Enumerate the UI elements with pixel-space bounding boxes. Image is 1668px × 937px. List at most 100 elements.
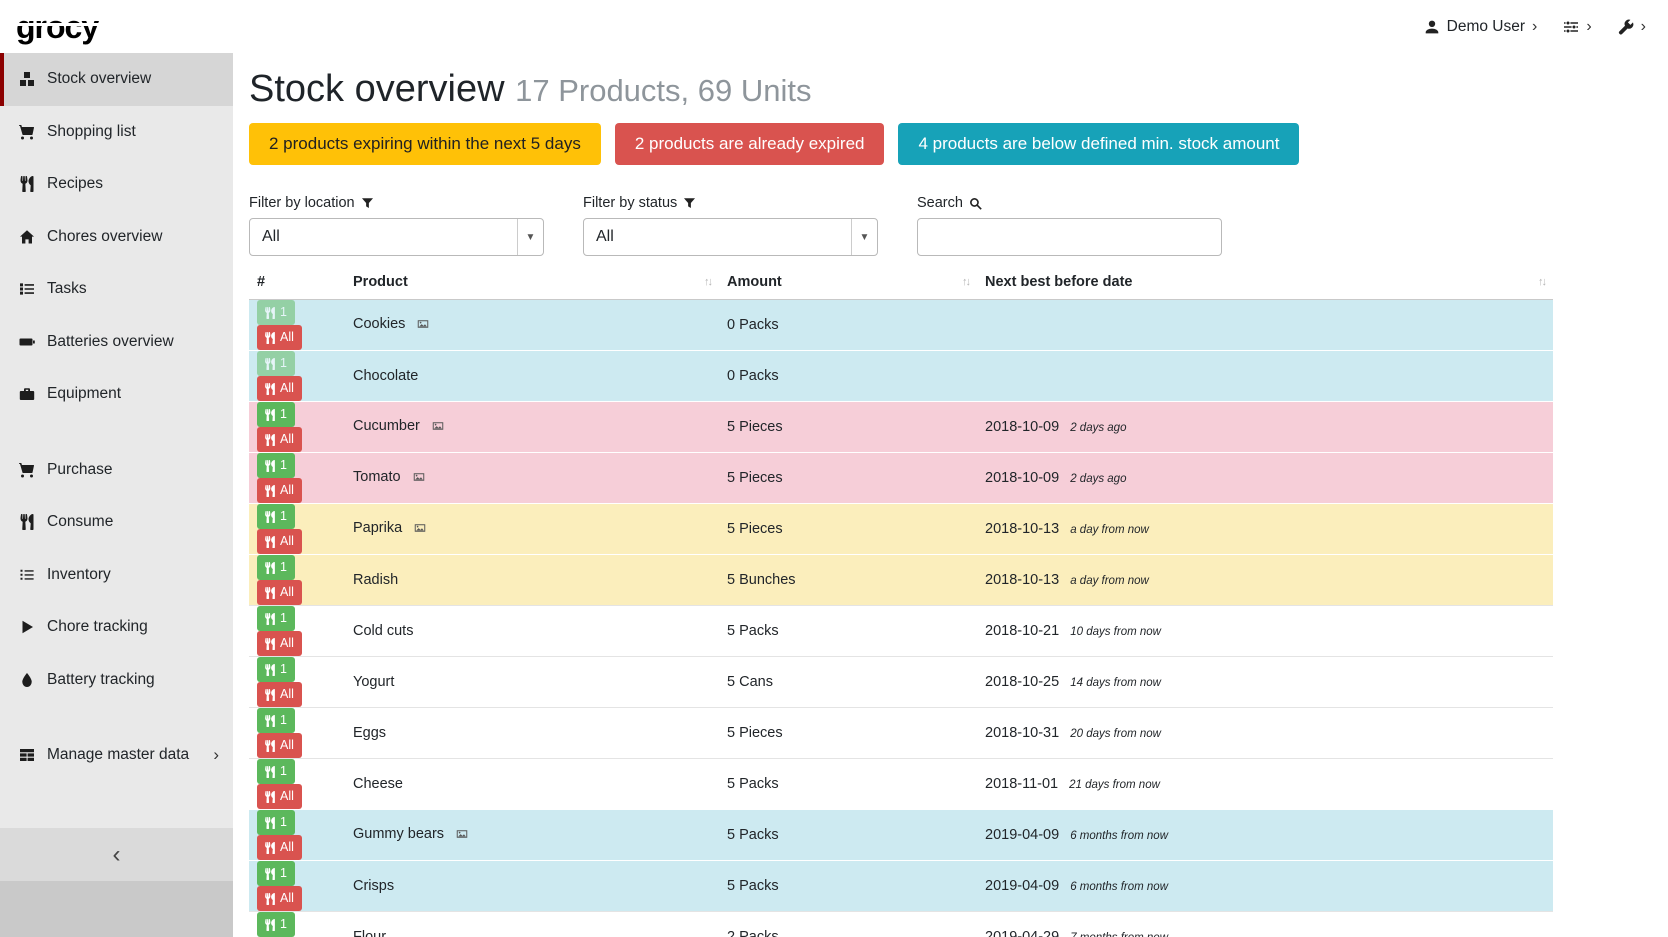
filter-funnel-icon bbox=[361, 197, 374, 210]
sidebar-item-battery-tracking[interactable]: Battery tracking bbox=[0, 654, 233, 707]
settings-menu[interactable]: › bbox=[1563, 19, 1591, 35]
tint-icon bbox=[18, 672, 36, 688]
cart-icon bbox=[18, 462, 36, 478]
sidebar-collapse-button[interactable]: ‹ bbox=[0, 828, 233, 881]
best-before-relative: a day from now bbox=[1070, 524, 1149, 536]
consume-one-button[interactable]: 1 bbox=[257, 402, 295, 427]
product-cell: Cold cuts bbox=[345, 606, 719, 657]
location-filter-select[interactable]: All ▼ bbox=[249, 218, 544, 256]
utensils-icon bbox=[265, 817, 275, 829]
sidebar-item-purchase[interactable]: Purchase bbox=[0, 444, 233, 497]
amount-cell: 0 Packs bbox=[719, 300, 977, 351]
consume-one-button[interactable]: 1 bbox=[257, 606, 295, 631]
consume-all-button[interactable]: All bbox=[257, 631, 302, 656]
row-actions-cell: 1 All bbox=[249, 555, 345, 606]
user-menu[interactable]: Demo User › bbox=[1424, 18, 1538, 36]
product-picture-icon[interactable] bbox=[416, 318, 430, 334]
utensils-icon bbox=[265, 740, 275, 752]
sidebar-item-batteries-overview[interactable]: Batteries overview bbox=[0, 316, 233, 369]
consume-one-button[interactable]: 1 bbox=[257, 759, 295, 784]
sidebar-item-chore-tracking[interactable]: Chore tracking bbox=[0, 601, 233, 654]
consume-one-button[interactable]: 1 bbox=[257, 708, 295, 733]
sidebar-item-label: Battery tracking bbox=[47, 671, 155, 689]
best-before-date: 2018-10-09 bbox=[985, 470, 1059, 486]
consume-all-button[interactable]: All bbox=[257, 784, 302, 809]
status-filter-select[interactable]: All ▼ bbox=[583, 218, 878, 256]
stock-table-row: 1 All Cucumber 5 Pieces 2018-10-09 2 day… bbox=[249, 402, 1553, 453]
consume-one-button[interactable]: 1 bbox=[257, 912, 295, 937]
stock-table-row: 1 All Cheese 5 Packs 2018-11-01 21 days … bbox=[249, 759, 1553, 810]
product-name: Gummy bears bbox=[353, 826, 444, 842]
utensils-icon bbox=[265, 434, 275, 446]
home-icon bbox=[18, 229, 36, 245]
stock-alert-button[interactable]: 4 products are below defined min. stock … bbox=[898, 123, 1299, 165]
best-before-relative: 10 days from now bbox=[1070, 626, 1161, 638]
sidebar-item-recipes[interactable]: Recipes bbox=[0, 158, 233, 211]
row-actions-cell: 1 All bbox=[249, 351, 345, 402]
column-header-best-before[interactable]: Next best before date ↑↓ bbox=[977, 268, 1553, 300]
app-logo-text: grocy bbox=[16, 9, 98, 45]
search-input[interactable] bbox=[917, 218, 1222, 256]
consume-all-button[interactable]: All bbox=[257, 835, 302, 860]
app-logo[interactable]: grocy bbox=[16, 11, 98, 43]
stock-alert-text: 2 products are already expired bbox=[635, 134, 865, 153]
consume-all-button[interactable]: All bbox=[257, 478, 302, 503]
column-header-amount[interactable]: Amount ↑↓ bbox=[719, 268, 977, 300]
page-title-text: Stock overview bbox=[249, 68, 505, 110]
product-picture-icon[interactable] bbox=[431, 420, 445, 436]
consume-all-button[interactable]: All bbox=[257, 886, 302, 911]
amount-cell: 5 Packs bbox=[719, 861, 977, 912]
best-before-date: 2018-10-13 bbox=[985, 572, 1059, 588]
consume-all-button[interactable]: All bbox=[257, 325, 302, 350]
stock-table-row: 1 All Radish 5 Bunches 2018-10-13 a day … bbox=[249, 555, 1553, 606]
sidebar-item-chores-overview[interactable]: Chores overview bbox=[0, 211, 233, 264]
consume-one-button[interactable]: 1 bbox=[257, 861, 295, 886]
consume-all-button[interactable]: All bbox=[257, 529, 302, 554]
sidebar-item-shopping-list[interactable]: Shopping list bbox=[0, 106, 233, 159]
product-name: Flour bbox=[353, 929, 386, 937]
consume-one-button[interactable]: 1 bbox=[257, 300, 295, 325]
select-caret-icon: ▼ bbox=[517, 219, 543, 255]
sidebar-item-equipment[interactable]: Equipment bbox=[0, 368, 233, 421]
product-picture-icon[interactable] bbox=[413, 522, 427, 538]
consume-all-button[interactable]: All bbox=[257, 682, 302, 707]
sort-icon[interactable]: ↑↓ bbox=[962, 276, 969, 288]
best-before-cell bbox=[977, 351, 1553, 402]
admin-tools-menu[interactable]: › bbox=[1618, 19, 1646, 35]
best-before-cell: 2019-04-09 6 months from now bbox=[977, 861, 1553, 912]
consume-all-button[interactable]: All bbox=[257, 376, 302, 401]
utensils-icon bbox=[265, 358, 275, 370]
stock-alert-button[interactable]: 2 products expiring within the next 5 da… bbox=[249, 123, 601, 165]
sidebar-item-manage-master-data[interactable]: Manage master data › bbox=[0, 729, 233, 782]
column-header-product[interactable]: Product ↑↓ bbox=[345, 268, 719, 300]
consume-one-button[interactable]: 1 bbox=[257, 555, 295, 580]
sidebar-item-tasks[interactable]: Tasks bbox=[0, 263, 233, 316]
consume-all-button[interactable]: All bbox=[257, 427, 302, 452]
best-before-relative: 6 months from now bbox=[1070, 881, 1168, 893]
sidebar-item-inventory[interactable]: Inventory bbox=[0, 549, 233, 602]
consume-one-button[interactable]: 1 bbox=[257, 453, 295, 478]
consume-one-button[interactable]: 1 bbox=[257, 351, 295, 376]
product-name: Cucumber bbox=[353, 418, 420, 434]
consume-all-button[interactable]: All bbox=[257, 733, 302, 758]
product-name: Cheese bbox=[353, 776, 403, 792]
row-actions-cell: 1 All bbox=[249, 657, 345, 708]
consume-all-button[interactable]: All bbox=[257, 580, 302, 605]
briefcase-icon bbox=[18, 386, 36, 402]
filter-funnel-icon bbox=[683, 197, 696, 210]
location-filter: Filter by location All ▼ bbox=[249, 195, 583, 256]
product-picture-icon[interactable] bbox=[412, 471, 426, 487]
best-before-cell: 2019-04-29 7 months from now bbox=[977, 912, 1553, 937]
sort-icon[interactable]: ↑↓ bbox=[704, 276, 711, 288]
consume-one-button[interactable]: 1 bbox=[257, 810, 295, 835]
status-filter-label: Filter by status bbox=[583, 195, 917, 211]
list-icon bbox=[18, 567, 36, 583]
consume-one-button[interactable]: 1 bbox=[257, 657, 295, 682]
product-picture-icon[interactable] bbox=[455, 828, 469, 844]
stock-alert-button[interactable]: 2 products are already expired bbox=[615, 123, 885, 165]
sort-icon[interactable]: ↑↓ bbox=[1538, 276, 1545, 288]
sidebar-item-consume[interactable]: Consume bbox=[0, 496, 233, 549]
consume-one-button[interactable]: 1 bbox=[257, 504, 295, 529]
sidebar-item-stock-overview[interactable]: Stock overview bbox=[0, 53, 233, 106]
amount-cell: 5 Pieces bbox=[719, 708, 977, 759]
